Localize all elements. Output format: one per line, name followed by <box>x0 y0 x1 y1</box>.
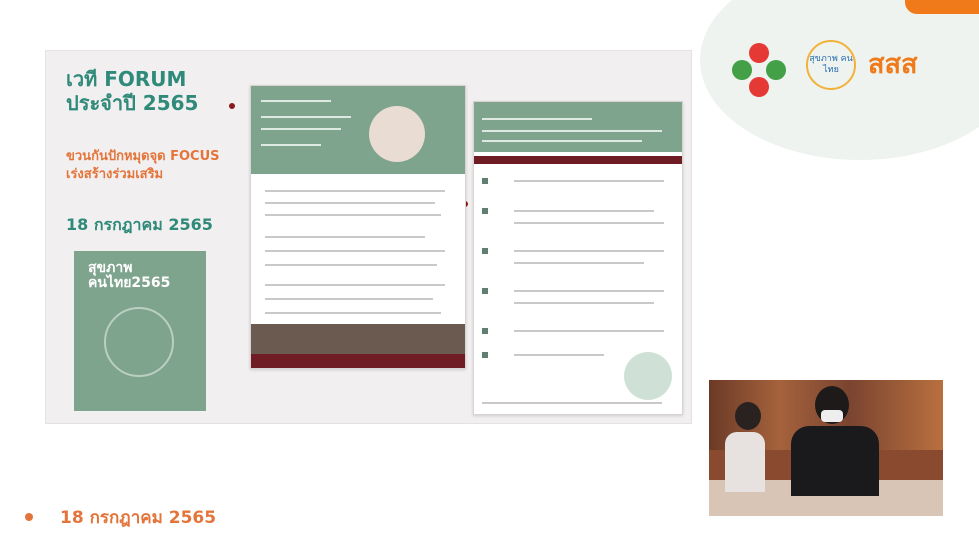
document-header-band <box>251 86 465 174</box>
report-book-cover: สุขภาพ คนไทย2565 <box>74 251 206 411</box>
illustration-circle <box>369 106 425 162</box>
bullet-dot-icon <box>25 513 33 521</box>
table-header-bar <box>474 156 682 164</box>
partner-logo-icon <box>732 43 786 97</box>
slide-subtitle-line1: ขวนกันปักหมุดจุด FOCUS <box>66 149 220 164</box>
book-label: สุขภาพ คนไทย2565 <box>88 261 170 291</box>
schedule-document-preview <box>473 101 683 415</box>
decorative-dot <box>229 103 235 109</box>
slide-date: 18 กรกฎาคม 2565 <box>66 215 213 234</box>
slide-subtitle-line2: เร่งสร้างร่วมเสริม <box>66 167 164 182</box>
document-header-band <box>474 102 682 152</box>
slide-title-line2: ประจำปี 2565 <box>66 91 199 115</box>
illustration-circle <box>624 352 672 400</box>
agenda-document-preview <box>250 85 466 369</box>
logo-text: สุขภาพ คนไทย <box>809 54 853 75</box>
video-feed <box>709 380 943 516</box>
speaker <box>791 386 879 496</box>
sss-logo: สสส <box>868 49 918 80</box>
thai-health-report-logo: สุขภาพ คนไทย <box>806 40 856 90</box>
orange-corner-accent <box>905 0 979 14</box>
slide-title-line1: เวที FORUM <box>66 67 187 91</box>
participant-left <box>725 402 765 492</box>
bullet-date: 18 กรกฎาคม 2565 <box>60 508 217 528</box>
slide-subtitle: ขวนกันปักหมุดจุด FOCUS เร่งสร้างร่วมเสริ… <box>66 148 256 184</box>
document-footer-band <box>251 354 465 368</box>
slide-title: เวที FORUM ประจำปี 2565 <box>66 67 198 115</box>
book-label-line2: คนไทย2565 <box>88 275 171 291</box>
seal-emblem <box>104 307 174 377</box>
presentation-slide: เวที FORUM ประจำปี 2565 ขวนกันปักหมุดจุด… <box>45 50 692 424</box>
book-label-line1: สุขภาพ <box>88 260 133 276</box>
crowd-photo <box>251 324 465 354</box>
